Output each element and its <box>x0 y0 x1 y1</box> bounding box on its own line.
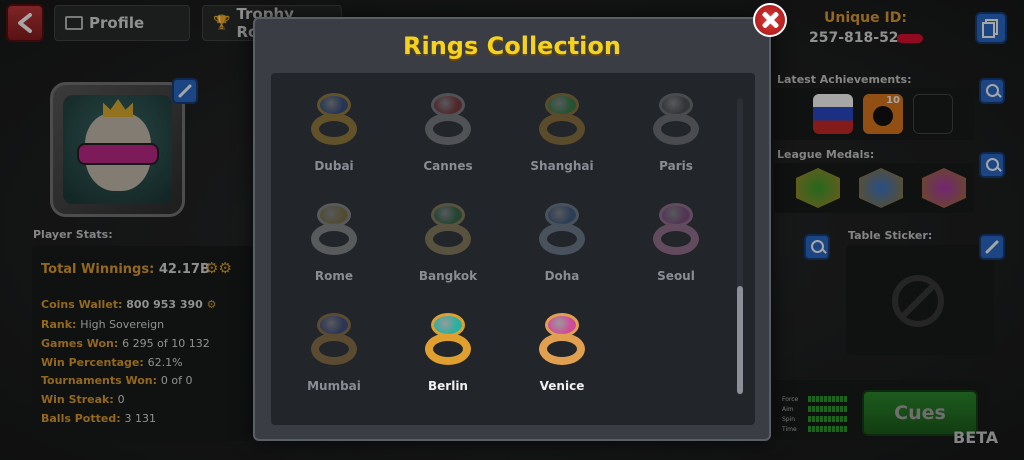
ring-icon <box>533 311 591 369</box>
ring-label: Shanghai <box>530 159 594 173</box>
ring-card-paris[interactable]: Paris <box>619 91 733 201</box>
ring-icon <box>647 201 705 259</box>
ring-card-bangkok[interactable]: Bangkok <box>391 201 505 311</box>
modal-title: Rings Collection <box>403 32 621 60</box>
ring-label: Seoul <box>657 269 695 283</box>
ring-band-icon <box>425 333 471 365</box>
ring-label: Rome <box>314 269 354 283</box>
ring-icon <box>533 201 591 259</box>
ring-card-rome[interactable]: Rome <box>277 201 391 311</box>
rings-collection-modal: Rings Collection Dubai Cannes Shanghai Pari… <box>253 17 771 441</box>
ring-card-cannes[interactable]: Cannes <box>391 91 505 201</box>
ring-gem-icon <box>545 93 579 117</box>
ring-label: Venice <box>539 379 585 393</box>
ring-card-seoul[interactable]: Seoul <box>619 201 733 311</box>
ring-band-icon <box>539 223 585 255</box>
ring-card-dubai[interactable]: Dubai <box>277 91 391 201</box>
ring-card-berlin[interactable]: Berlin <box>391 311 505 421</box>
ring-card-mumbai[interactable]: Mumbai <box>277 311 391 421</box>
ring-label: Dubai <box>314 159 354 173</box>
ring-label: Mumbai <box>307 379 361 393</box>
ring-band-icon <box>311 113 357 145</box>
ring-gem-icon <box>431 93 465 117</box>
ring-band-icon <box>653 113 699 145</box>
ring-gem-icon <box>545 203 579 227</box>
ring-label: Berlin <box>428 379 468 393</box>
ring-card-venice[interactable]: Venice <box>505 311 619 421</box>
ring-band-icon <box>539 113 585 145</box>
scrollbar[interactable] <box>737 98 743 395</box>
ring-band-icon <box>425 223 471 255</box>
ring-label: Paris <box>659 159 693 173</box>
scrollbar-thumb[interactable] <box>737 286 743 394</box>
ring-icon <box>305 91 363 149</box>
ring-gem-icon <box>317 313 351 337</box>
ring-label: Bangkok <box>418 269 478 283</box>
ring-band-icon <box>425 113 471 145</box>
ring-label: Doha <box>544 269 580 283</box>
ring-gem-icon <box>545 313 579 337</box>
ring-icon <box>419 91 477 149</box>
ring-icon <box>305 311 363 369</box>
ring-icon <box>647 91 705 149</box>
ring-icon <box>419 311 477 369</box>
ring-gem-icon <box>659 93 693 117</box>
ring-band-icon <box>653 223 699 255</box>
ring-card-doha[interactable]: Doha <box>505 201 619 311</box>
ring-icon <box>533 91 591 149</box>
ring-icon <box>305 201 363 259</box>
ring-band-icon <box>311 223 357 255</box>
ring-gem-icon <box>659 203 693 227</box>
close-modal-button[interactable] <box>753 3 787 37</box>
ring-gem-icon <box>317 93 351 117</box>
ring-gem-icon <box>431 203 465 227</box>
ring-band-icon <box>539 333 585 365</box>
ring-icon <box>419 201 477 259</box>
ring-card-shanghai[interactable]: Shanghai <box>505 91 619 201</box>
ring-gem-icon <box>431 313 465 337</box>
ring-gem-icon <box>317 203 351 227</box>
rings-grid: Dubai Cannes Shanghai Paris Rome Bangkok Doha S… <box>271 73 755 425</box>
ring-band-icon <box>311 333 357 365</box>
ring-label: Cannes <box>423 159 473 173</box>
